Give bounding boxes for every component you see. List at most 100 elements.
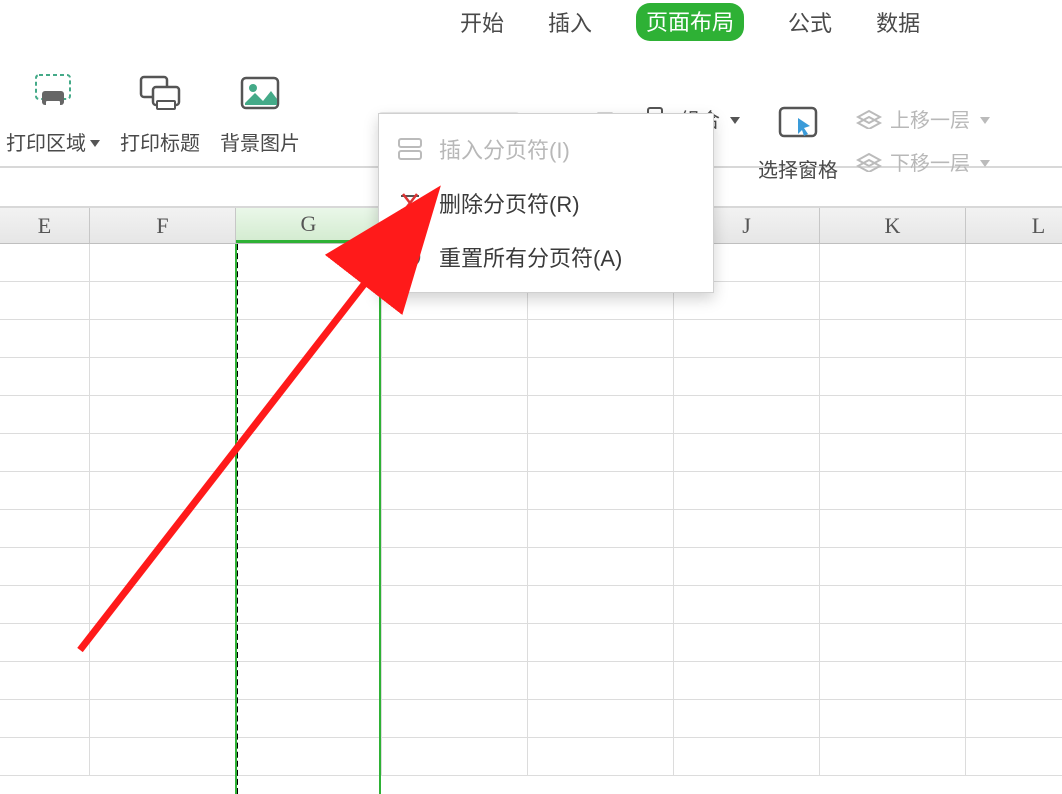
grid-cell[interactable] xyxy=(820,548,966,585)
selection-pane-button[interactable]: 选择窗格 xyxy=(758,104,838,183)
print-area-button[interactable]: 打印区域 xyxy=(0,71,110,166)
send-backward-button[interactable]: 下移一层 xyxy=(856,147,990,176)
grid-cell[interactable] xyxy=(236,662,382,699)
grid-cell[interactable] xyxy=(966,320,1062,357)
grid-cell[interactable] xyxy=(236,320,382,357)
grid-cell[interactable] xyxy=(674,320,820,357)
background-button[interactable]: 背景图片 xyxy=(210,71,310,166)
grid-cell[interactable] xyxy=(90,624,236,661)
grid-cell[interactable] xyxy=(528,738,674,775)
cell-grid[interactable] xyxy=(0,244,1062,794)
grid-cell[interactable] xyxy=(0,548,90,585)
grid-cell[interactable] xyxy=(966,282,1062,319)
grid-cell[interactable] xyxy=(90,282,236,319)
grid-cell[interactable] xyxy=(528,434,674,471)
grid-cell[interactable] xyxy=(90,434,236,471)
grid-cell[interactable] xyxy=(820,624,966,661)
tab-page-layout[interactable]: 页面布局 xyxy=(636,3,744,41)
grid-cell[interactable] xyxy=(674,510,820,547)
grid-cell[interactable] xyxy=(0,662,90,699)
grid-cell[interactable] xyxy=(0,320,90,357)
grid-cell[interactable] xyxy=(0,510,90,547)
grid-cell[interactable] xyxy=(820,510,966,547)
grid-cell[interactable] xyxy=(236,282,382,319)
grid-cell[interactable] xyxy=(966,548,1062,585)
grid-cell[interactable] xyxy=(674,586,820,623)
grid-cell[interactable] xyxy=(90,510,236,547)
column-header-L[interactable]: L xyxy=(966,208,1062,243)
grid-cell[interactable] xyxy=(0,282,90,319)
grid-cell[interactable] xyxy=(236,358,382,395)
grid-cell[interactable] xyxy=(674,434,820,471)
grid-cell[interactable] xyxy=(90,738,236,775)
grid-cell[interactable] xyxy=(382,738,528,775)
column-header-G[interactable]: G xyxy=(236,208,382,243)
grid-cell[interactable] xyxy=(382,700,528,737)
grid-cell[interactable] xyxy=(382,472,528,509)
grid-cell[interactable] xyxy=(820,700,966,737)
grid-cell[interactable] xyxy=(90,472,236,509)
grid-cell[interactable] xyxy=(674,358,820,395)
grid-cell[interactable] xyxy=(382,396,528,433)
grid-cell[interactable] xyxy=(236,738,382,775)
grid-cell[interactable] xyxy=(674,700,820,737)
grid-cell[interactable] xyxy=(236,244,382,281)
grid-cell[interactable] xyxy=(966,662,1062,699)
grid-cell[interactable] xyxy=(966,396,1062,433)
grid-cell[interactable] xyxy=(236,396,382,433)
grid-cell[interactable] xyxy=(382,548,528,585)
grid-cell[interactable] xyxy=(820,358,966,395)
grid-cell[interactable] xyxy=(0,358,90,395)
grid-cell[interactable] xyxy=(820,586,966,623)
grid-cell[interactable] xyxy=(0,738,90,775)
grid-cell[interactable] xyxy=(528,510,674,547)
column-header-K[interactable]: K xyxy=(820,208,966,243)
grid-cell[interactable] xyxy=(674,624,820,661)
grid-cell[interactable] xyxy=(674,738,820,775)
grid-cell[interactable] xyxy=(0,434,90,471)
grid-cell[interactable] xyxy=(966,472,1062,509)
grid-cell[interactable] xyxy=(0,624,90,661)
grid-cell[interactable] xyxy=(236,624,382,661)
column-header-F[interactable]: F xyxy=(90,208,236,243)
grid-cell[interactable] xyxy=(382,586,528,623)
grid-cell[interactable] xyxy=(674,472,820,509)
grid-cell[interactable] xyxy=(236,586,382,623)
print-titles-button[interactable]: 打印标题 xyxy=(110,71,210,166)
grid-cell[interactable] xyxy=(382,358,528,395)
grid-cell[interactable] xyxy=(528,396,674,433)
grid-cell[interactable] xyxy=(820,434,966,471)
grid-cell[interactable] xyxy=(820,320,966,357)
bring-forward-button[interactable]: 上移一层 xyxy=(856,104,990,133)
grid-cell[interactable] xyxy=(820,244,966,281)
tab-data[interactable]: 数据 xyxy=(876,6,920,38)
grid-cell[interactable] xyxy=(528,320,674,357)
grid-cell[interactable] xyxy=(820,472,966,509)
grid-cell[interactable] xyxy=(236,700,382,737)
grid-cell[interactable] xyxy=(528,358,674,395)
grid-cell[interactable] xyxy=(0,244,90,281)
grid-cell[interactable] xyxy=(966,624,1062,661)
grid-cell[interactable] xyxy=(236,472,382,509)
grid-cell[interactable] xyxy=(674,662,820,699)
grid-cell[interactable] xyxy=(966,738,1062,775)
grid-cell[interactable] xyxy=(966,244,1062,281)
grid-cell[interactable] xyxy=(382,510,528,547)
tab-formulas[interactable]: 公式 xyxy=(788,6,832,38)
grid-cell[interactable] xyxy=(528,586,674,623)
grid-cell[interactable] xyxy=(820,282,966,319)
grid-cell[interactable] xyxy=(820,662,966,699)
grid-cell[interactable] xyxy=(382,320,528,357)
grid-cell[interactable] xyxy=(0,700,90,737)
grid-cell[interactable] xyxy=(0,586,90,623)
grid-cell[interactable] xyxy=(90,548,236,585)
grid-cell[interactable] xyxy=(0,472,90,509)
grid-cell[interactable] xyxy=(90,396,236,433)
grid-cell[interactable] xyxy=(90,358,236,395)
grid-cell[interactable] xyxy=(820,396,966,433)
column-header-E[interactable]: E xyxy=(0,208,90,243)
grid-cell[interactable] xyxy=(236,434,382,471)
grid-cell[interactable] xyxy=(236,510,382,547)
insert-page-break-item[interactable]: 插入分页符(I) xyxy=(379,122,713,176)
grid-cell[interactable] xyxy=(528,700,674,737)
